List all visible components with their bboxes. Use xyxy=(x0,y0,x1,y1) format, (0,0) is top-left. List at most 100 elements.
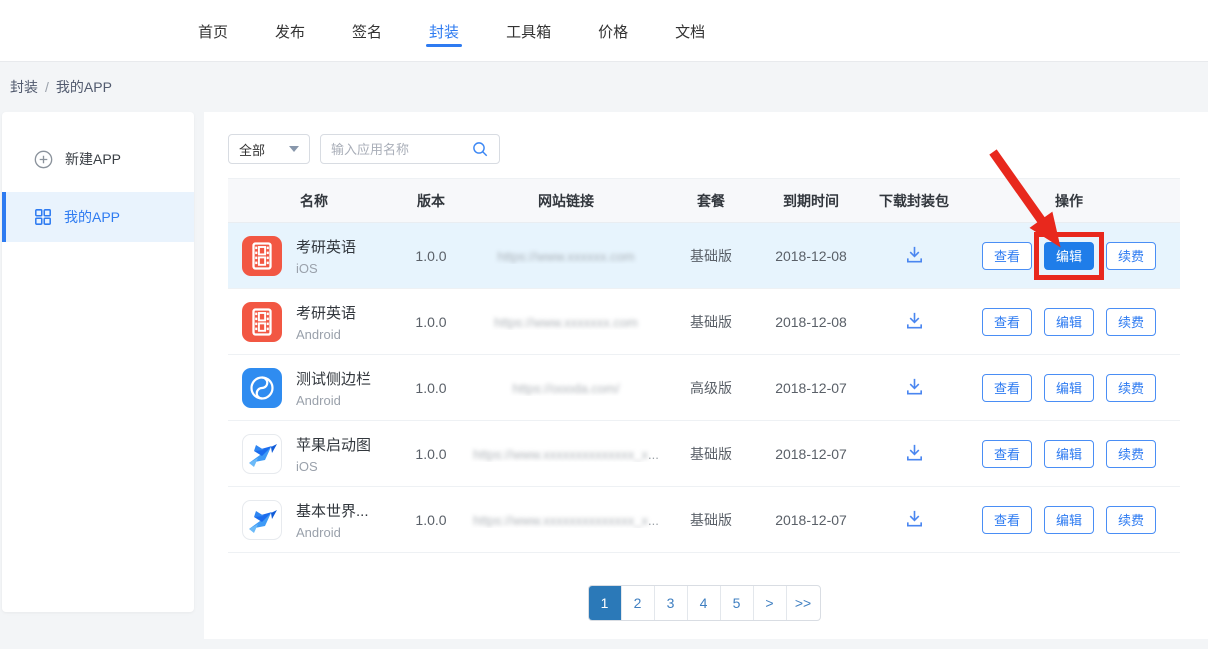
column-header: 版本 xyxy=(400,191,462,211)
app-version: 1.0.0 xyxy=(400,314,462,330)
app-version: 1.0.0 xyxy=(400,380,462,396)
view-button-row-1[interactable]: 查看 xyxy=(982,242,1032,270)
nav-tab-publish[interactable]: 发布 xyxy=(275,0,305,62)
actions-cell: 查看编辑续费 xyxy=(958,440,1180,468)
app-name: 考研英语 xyxy=(296,236,356,257)
view-button-row-4[interactable]: 查看 xyxy=(982,440,1032,468)
renew-button-row-4[interactable]: 续费 xyxy=(1106,440,1156,468)
blurred-url-text: https://oooda.com/ xyxy=(513,381,620,396)
app-url-obscured: https://www.xxxxxx.com xyxy=(462,248,670,264)
nav-tab-price[interactable]: 价格 xyxy=(598,0,628,62)
view-button-row-5[interactable]: 查看 xyxy=(982,506,1032,534)
sidebar-item-my-app[interactable]: 我的APP xyxy=(2,192,194,242)
column-header: 到期时间 xyxy=(752,191,870,211)
plan-badge: 高级版 xyxy=(670,378,752,398)
blurred-url-text: https://www.xxxxxx.com xyxy=(497,249,634,264)
breadcrumb-section[interactable]: 封装 xyxy=(10,77,38,97)
nav-tab-package[interactable]: 封装 xyxy=(429,0,459,62)
expiry-date: 2018-12-08 xyxy=(752,248,870,264)
app-platform: Android xyxy=(296,327,356,342)
pagination: 12345>>> xyxy=(588,585,821,621)
nav-tab-home[interactable]: 首页 xyxy=(198,0,228,62)
expiry-date: 2018-12-07 xyxy=(752,446,870,462)
column-header: 操作 xyxy=(958,191,1180,211)
category-select[interactable]: 全部 xyxy=(228,134,310,164)
page-button-2[interactable]: 2 xyxy=(622,586,655,620)
sidebar-item-new-app[interactable]: 新建APP xyxy=(2,134,194,184)
app-url-obscured: https://www.xxxxxxxxxxxxxx_x... xyxy=(462,512,670,528)
page-button-4[interactable]: 4 xyxy=(688,586,721,620)
edit-button-highlighted[interactable]: 编辑 xyxy=(1044,242,1094,270)
download-icon[interactable] xyxy=(904,310,925,331)
app-version: 1.0.0 xyxy=(400,248,462,264)
download-icon[interactable] xyxy=(904,442,925,463)
main-panel: 全部 名称版本网站链接套餐到期时间下载封装包操作 考研英语 iOS 1.0.0 … xyxy=(204,112,1208,639)
last-page-button[interactable]: >> xyxy=(787,586,820,620)
plan-badge: 基础版 xyxy=(670,246,752,266)
blurred-url-text: https://www.xxxxxxxxxxxxxx_x xyxy=(473,447,648,462)
actions-cell: 查看编辑续费 xyxy=(958,374,1180,402)
table-row: 考研英语 iOS 1.0.0 https://www.xxxxxx.com 基础… xyxy=(228,223,1180,289)
app-version: 1.0.0 xyxy=(400,446,462,462)
renew-button-row-3[interactable]: 续费 xyxy=(1106,374,1156,402)
category-select-value: 全部 xyxy=(239,140,265,159)
view-button-row-3[interactable]: 查看 xyxy=(982,374,1032,402)
plan-badge: 基础版 xyxy=(670,312,752,332)
download-icon[interactable] xyxy=(904,244,925,265)
edit-button-row-5[interactable]: 编辑 xyxy=(1044,506,1094,534)
edit-button-row-2[interactable]: 编辑 xyxy=(1044,308,1094,336)
app-name: 基本世界... xyxy=(296,500,369,521)
column-header: 名称 xyxy=(228,191,400,211)
search-icon[interactable] xyxy=(472,141,489,158)
chevron-down-icon xyxy=(289,146,299,152)
search-input[interactable] xyxy=(331,142,472,157)
column-header: 套餐 xyxy=(670,191,752,211)
download-icon[interactable] xyxy=(904,508,925,529)
bird-app-icon xyxy=(242,434,282,474)
nav-tab-toolbox[interactable]: 工具箱 xyxy=(506,0,551,62)
breadcrumb-current: 我的APP xyxy=(56,77,112,97)
table-header-row: 名称版本网站链接套餐到期时间下载封装包操作 xyxy=(228,179,1180,223)
page-button-5[interactable]: 5 xyxy=(721,586,754,620)
expiry-date: 2018-12-07 xyxy=(752,512,870,528)
top-nav: 首页发布签名封装 工具箱 价格文档 xyxy=(0,0,1208,62)
sidebar-item-label: 我的APP xyxy=(64,207,120,227)
app-name: 测试侧边栏 xyxy=(296,368,371,389)
renew-button-row-5[interactable]: 续费 xyxy=(1106,506,1156,534)
app-url-obscured: https://www.xxxxxxxxxxxxxx_x... xyxy=(462,446,670,462)
expiry-date: 2018-12-07 xyxy=(752,380,870,396)
app-platform: Android xyxy=(296,525,369,540)
column-header: 网站链接 xyxy=(462,191,670,211)
download-icon[interactable] xyxy=(904,376,925,397)
page-button-3[interactable]: 3 xyxy=(655,586,688,620)
nav-tab-sign[interactable]: 签名 xyxy=(352,0,382,62)
plan-badge: 基础版 xyxy=(670,510,752,530)
actions-cell: 查看编辑续费 xyxy=(958,308,1180,336)
nav-tab-docs[interactable]: 文档 xyxy=(675,0,705,62)
actions-cell: 查看编辑续费 xyxy=(958,242,1180,270)
sidebar: 新建APP 我的APP xyxy=(2,112,194,612)
app-platform: iOS xyxy=(296,459,371,474)
table-row: 基本世界... Android 1.0.0 https://www.xxxxxx… xyxy=(228,487,1180,553)
breadcrumb-separator: / xyxy=(45,79,49,95)
film-app-icon xyxy=(242,236,282,276)
filter-row: 全部 xyxy=(228,134,1208,164)
view-button-row-2[interactable]: 查看 xyxy=(982,308,1032,336)
search-box xyxy=(320,134,500,164)
actions-cell: 查看编辑续费 xyxy=(958,506,1180,534)
bird-app-icon xyxy=(242,500,282,540)
renew-button-row-2[interactable]: 续费 xyxy=(1106,308,1156,336)
table-row: 苹果启动图 iOS 1.0.0 https://www.xxxxxxxxxxxx… xyxy=(228,421,1180,487)
next-page-button[interactable]: > xyxy=(754,586,787,620)
app-url-obscured: https://oooda.com/ xyxy=(462,380,670,396)
edit-button-row-4[interactable]: 编辑 xyxy=(1044,440,1094,468)
sidebar-item-label: 新建APP xyxy=(65,149,121,169)
table-row: 测试侧边栏 Android 1.0.0 https://oooda.com/ 高… xyxy=(228,355,1180,421)
s-logo-app-icon xyxy=(242,368,282,408)
edit-button-row-3[interactable]: 编辑 xyxy=(1044,374,1094,402)
app-version: 1.0.0 xyxy=(400,512,462,528)
page-button-1[interactable]: 1 xyxy=(589,586,622,620)
expiry-date: 2018-12-08 xyxy=(752,314,870,330)
grid-icon xyxy=(34,208,52,226)
renew-button-row-1[interactable]: 续费 xyxy=(1106,242,1156,270)
